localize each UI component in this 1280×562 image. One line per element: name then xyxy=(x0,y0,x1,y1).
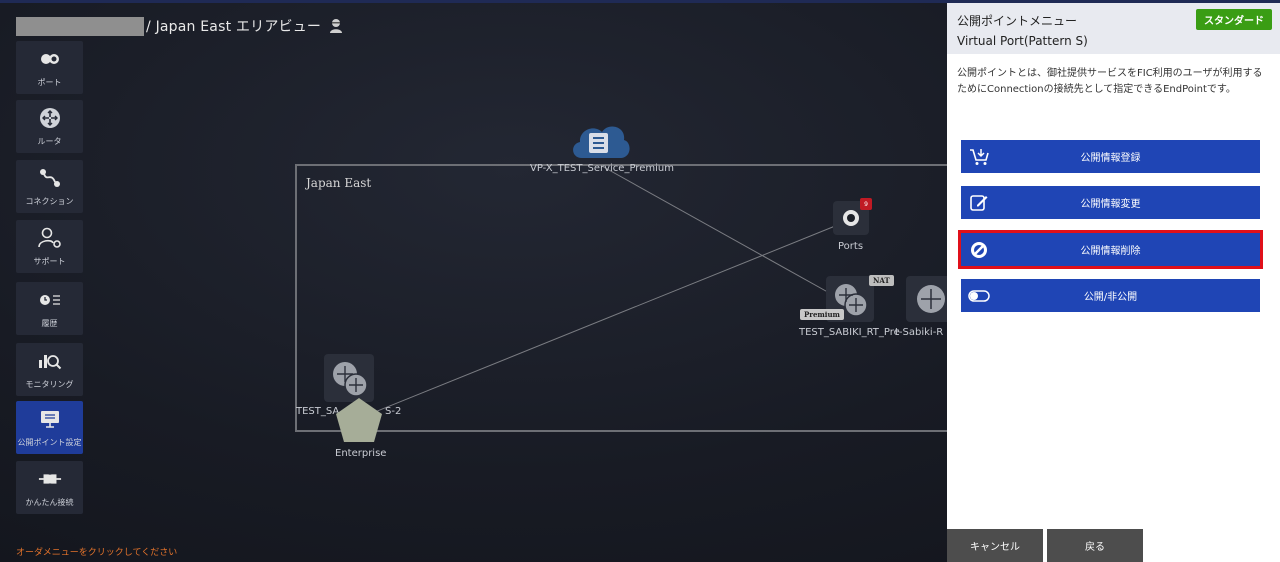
router-icon xyxy=(333,362,368,397)
router-node-test-sa[interactable] xyxy=(324,354,374,402)
ports-count-badge: 9 xyxy=(860,198,872,210)
public-info-register-button[interactable]: 公開情報登録 xyxy=(961,140,1260,173)
panel-header: 公開ポイントメニュー Virtual Port(Pattern S) スタンダー… xyxy=(947,3,1280,54)
cloud-label: VP-X_TEST_Service_Premium xyxy=(530,163,674,174)
nat-badge: NAT xyxy=(869,275,894,286)
router-label-test-sabiki: TEST_SABIKI_RT_Pre xyxy=(799,327,900,338)
premium-badge: Premium xyxy=(800,309,844,320)
panel-subtitle: Virtual Port(Pattern S) xyxy=(957,34,1088,48)
public-point-menu-panel: 公開ポイントメニュー Virtual Port(Pattern S) スタンダー… xyxy=(947,3,1280,562)
toggle-icon xyxy=(961,289,997,302)
edit-icon xyxy=(961,194,997,212)
button-label: 公開情報変更 xyxy=(1080,199,1141,210)
button-label: 公開情報削除 xyxy=(1080,246,1141,257)
enterprise-label: Enterprise xyxy=(335,448,387,459)
cloud-service-icon xyxy=(573,126,630,158)
router-node-t-sabiki[interactable] xyxy=(906,276,947,322)
back-button[interactable]: 戻る xyxy=(1047,529,1143,562)
cloud-node[interactable] xyxy=(568,118,632,166)
port-icon xyxy=(843,210,859,226)
ports-label: Ports xyxy=(838,241,864,252)
cancel-button[interactable]: キャンセル xyxy=(947,529,1043,562)
standard-badge: スタンダード xyxy=(1196,9,1272,30)
public-info-edit-button[interactable]: 公開情報変更 xyxy=(961,186,1260,219)
router-label-test-sa: TEST_SA xyxy=(296,406,340,417)
panel-description: 公開ポイントとは、御社提供サービスをFIC利用のユーザが利用するためにConne… xyxy=(957,68,1263,95)
router-label-t-sabiki: t-Sabiki-R xyxy=(895,327,944,338)
enterprise-icon xyxy=(336,398,382,442)
prohibit-icon xyxy=(961,241,997,259)
router-label-test-sa-suffix: S-2 xyxy=(385,406,402,417)
button-label: 公開情報登録 xyxy=(1080,153,1141,164)
region-label: Japan East xyxy=(306,176,372,190)
public-info-delete-button[interactable]: 公開情報削除 xyxy=(958,230,1263,269)
button-label: 公開/非公開 xyxy=(1083,292,1138,303)
cart-add-icon xyxy=(961,148,997,166)
public-private-toggle-button[interactable]: 公開/非公開 xyxy=(961,279,1260,312)
router-icon xyxy=(916,285,945,313)
enterprise-node[interactable] xyxy=(334,396,384,448)
